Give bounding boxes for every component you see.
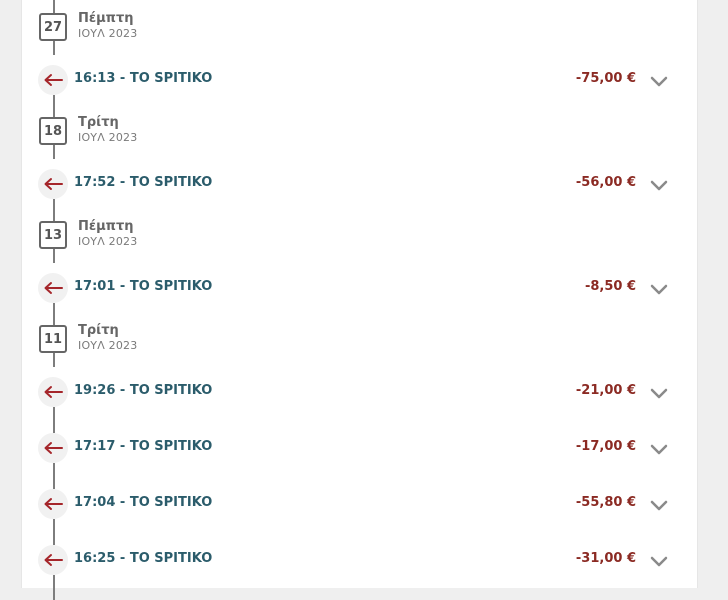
arrow-left-icon (38, 377, 68, 407)
timeline-connector (53, 407, 55, 433)
transaction-title[interactable]: 17:04 - TO SPITIKO (74, 495, 212, 510)
transaction-title[interactable]: 19:26 - TO SPITIKO (74, 383, 212, 398)
transaction-amount: -55,80 € (575, 495, 636, 510)
date-month-year: ΙΟΥΛ 2023 (78, 131, 138, 144)
arrow-left-icon (38, 273, 68, 303)
date-badge: 27 (39, 13, 67, 41)
date-month-year: ΙΟΥΛ 2023 (78, 235, 138, 248)
transaction-title[interactable]: 17:01 - TO SPITIKO (74, 279, 212, 294)
transaction-title[interactable]: 17:52 - TO SPITIKO (74, 175, 212, 190)
timeline-connector (53, 0, 55, 13)
transaction-amount: -21,00 € (575, 383, 636, 398)
date-weekday: Πέμπτη (78, 219, 134, 234)
chevron-down-icon[interactable] (650, 385, 668, 399)
chevron-down-icon[interactable] (650, 553, 668, 567)
transaction-amount: -31,00 € (575, 551, 636, 566)
chevron-down-icon[interactable] (650, 177, 668, 191)
date-badge: 18 (39, 117, 67, 145)
date-badge: 13 (39, 221, 67, 249)
date-month-year: ΙΟΥΛ 2023 (78, 339, 138, 352)
timeline-connector (53, 353, 55, 367)
chevron-down-icon[interactable] (650, 281, 668, 295)
date-weekday: Τρίτη (78, 115, 119, 130)
date-weekday: Τρίτη (78, 323, 119, 338)
timeline-connector (53, 145, 55, 159)
timeline-connector (53, 199, 55, 221)
transaction-amount: -56,00 € (575, 175, 636, 190)
arrow-left-icon (38, 433, 68, 463)
date-weekday: Πέμπτη (78, 11, 134, 26)
arrow-left-icon (38, 489, 68, 519)
transaction-amount: -75,00 € (575, 71, 636, 86)
date-month-year: ΙΟΥΛ 2023 (78, 27, 138, 40)
chevron-down-icon[interactable] (650, 497, 668, 511)
transaction-title[interactable]: 17:17 - TO SPITIKO (74, 439, 212, 454)
transaction-title[interactable]: 16:13 - TO SPITIKO (74, 71, 212, 86)
chevron-down-icon[interactable] (650, 441, 668, 455)
timeline-connector (53, 95, 55, 117)
arrow-left-icon (38, 65, 68, 95)
transactions-timeline: 27 Πέμπτη ΙΟΥΛ 2023 16:13 - TO SPITIKO -75,0… (0, 0, 728, 600)
transaction-amount: -8,50 € (584, 279, 636, 294)
arrow-left-icon (38, 169, 68, 199)
transaction-amount: -17,00 € (575, 439, 636, 454)
chevron-down-icon[interactable] (650, 73, 668, 87)
timeline-connector (53, 249, 55, 263)
timeline-connector (53, 41, 55, 55)
timeline-connector (53, 519, 55, 545)
date-badge: 11 (39, 325, 67, 353)
transaction-title[interactable]: 16:25 - TO SPITIKO (74, 551, 212, 566)
timeline-connector (53, 463, 55, 489)
arrow-left-icon (38, 545, 68, 575)
timeline-connector (53, 303, 55, 325)
